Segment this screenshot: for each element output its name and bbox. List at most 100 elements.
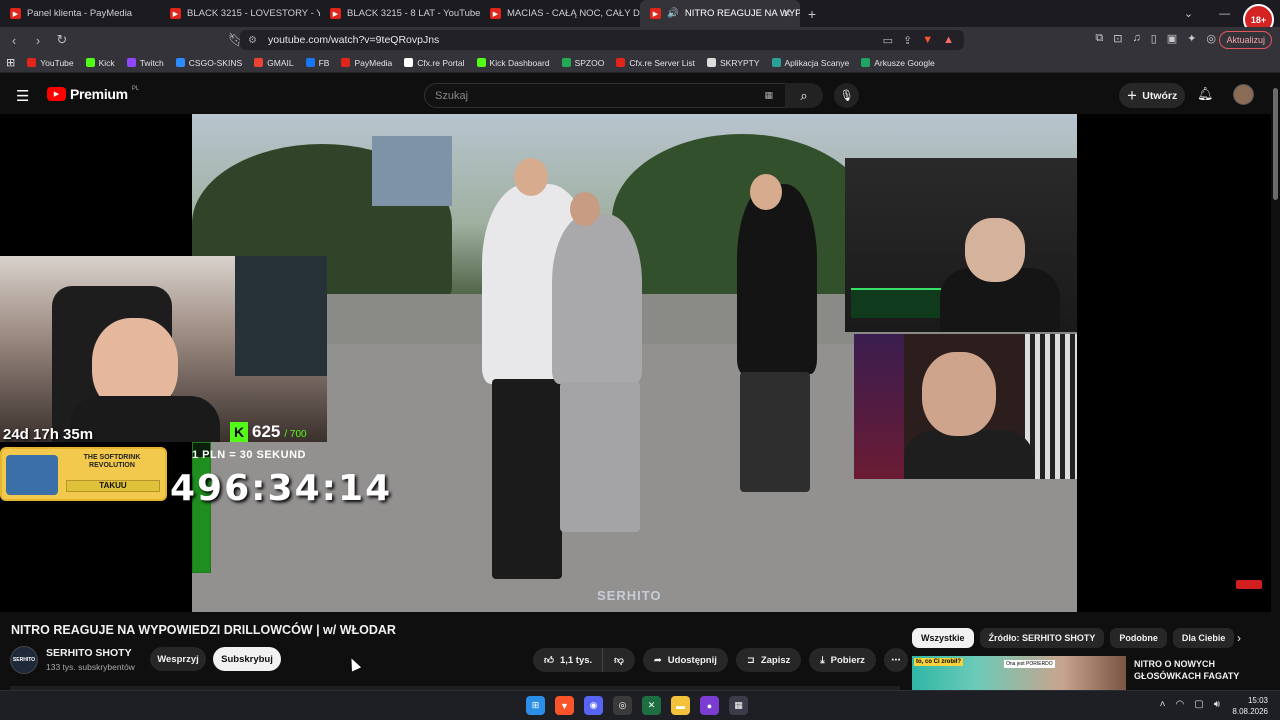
ai-icon[interactable]: ✦ — [1187, 32, 1196, 45]
bookmark-skrypty[interactable]: SKRYPTY — [701, 58, 766, 68]
bookmark-csgo-skins[interactable]: CSGO-SKINS — [170, 58, 248, 68]
channel-avatar[interactable]: SERHITO — [10, 646, 38, 674]
url-field[interactable]: ⚙ youtube.com/watch?v=9teQRovpJns ▭ ⇪ ▼ … — [240, 30, 964, 50]
chip-for-you[interactable]: Dla Ciebie — [1172, 628, 1235, 648]
brave-icon[interactable]: ▼ — [555, 696, 574, 715]
bookmark-cfx-portal[interactable]: Cfx.re Portal — [398, 58, 470, 68]
scrollbar-thumb[interactable] — [1273, 88, 1278, 200]
bookmark-label: FB — [318, 57, 330, 68]
file-explorer-icon[interactable]: ▬ — [671, 696, 690, 715]
start-icon[interactable]: ⊞ — [526, 696, 545, 715]
channel-name[interactable]: SERHITO SHOTY — [46, 647, 132, 659]
excel-icon[interactable]: ✕ — [642, 696, 661, 715]
person-black-legs — [740, 372, 810, 492]
chip-source[interactable]: Źródło: SERHITO SHOTY — [979, 628, 1105, 648]
recommendation-thumbnail[interactable]: to, co Ci zrobił? Ona jest PORIERDO — [912, 656, 1126, 690]
reload-icon[interactable]: ↻ — [52, 32, 72, 48]
chevron-right-icon[interactable]: › — [1237, 631, 1241, 645]
app-icon[interactable]: ● — [700, 696, 719, 715]
close-tab-icon[interactable]: ✕ — [783, 7, 792, 20]
search-input[interactable]: Szukaj ▦ — [424, 83, 786, 108]
discord-icon[interactable]: ◉ — [584, 696, 603, 715]
sidebar-icon[interactable]: ▯ — [1151, 32, 1157, 45]
page-scrollbar[interactable] — [1271, 76, 1280, 688]
like-button[interactable]: 👍︎ 1,1 tys. — [533, 648, 603, 672]
voice-search-button[interactable]: 🎙︎ — [834, 83, 859, 108]
bookmark-label: SKRYPTY — [719, 57, 760, 68]
system-clock[interactable]: 15:03 8.08.2026 — [1232, 695, 1268, 717]
search-button[interactable]: ⌕ — [785, 83, 823, 108]
dislike-button[interactable]: 👎︎ — [602, 648, 635, 672]
bookmark-spzoo[interactable]: SPZOO — [556, 58, 611, 68]
bookmark-cfx-server-list[interactable]: Cfx.re Server List — [610, 58, 701, 68]
site-info-icon[interactable]: ⚙ — [248, 35, 257, 46]
music-icon[interactable]: ♫ — [1132, 32, 1140, 45]
user-avatar[interactable] — [1233, 84, 1254, 105]
wifi-icon[interactable]: ◠ — [1176, 699, 1185, 710]
download-button[interactable]: ⤓ Pobierz — [809, 648, 876, 672]
volume-icon[interactable]: 🔊︎ — [1214, 699, 1220, 710]
bookmark-label: Arkusze Google — [874, 57, 935, 68]
bookmark-label: Cfx.re Portal — [417, 57, 465, 68]
chip-all[interactable]: Wszystkie — [912, 628, 974, 648]
tab-list-icon[interactable]: ⌄ — [1184, 7, 1193, 20]
minimize-icon[interactable]: — — [1219, 8, 1230, 20]
sponsor-code: TAKUU — [66, 480, 160, 492]
calculator-icon[interactable]: ▦ — [729, 696, 748, 715]
video-player[interactable]: SERHITO 24d 17h 35m K 625 / 700 1 PLN = … — [0, 114, 1280, 612]
network-icon[interactable]: ▢ — [1194, 699, 1203, 710]
recommendation-title[interactable]: NITRO O NOWYCH GŁOSÓWKACH FAGATY — [1134, 658, 1244, 682]
apps-grid-icon[interactable]: ⊞ — [0, 56, 21, 69]
share-icon[interactable]: ⇪ — [903, 34, 912, 47]
share-button[interactable]: ➦ Udostępnij — [642, 648, 728, 672]
bookmark-scanye[interactable]: Aplikacja Scanye — [766, 58, 856, 68]
tab-nitro-active[interactable]: ▶🔊NITRO REAGUJE NA WYPOWI✕ — [640, 0, 800, 27]
bookmark-twitch[interactable]: Twitch — [121, 58, 170, 68]
brave-rewards-icon[interactable]: ▲ — [943, 34, 954, 47]
chrome-icon[interactable]: ◎ — [613, 696, 632, 715]
bookmark-kick-dashboard[interactable]: Kick Dashboard — [471, 58, 556, 68]
update-button[interactable]: Aktualizuj — [1219, 31, 1272, 49]
youtube-subscribe-watermark-icon[interactable] — [1236, 580, 1262, 589]
cast-icon[interactable]: ▭ — [883, 34, 893, 47]
more-actions-button[interactable]: ⋯ — [883, 648, 908, 672]
bookmark-paymedia[interactable]: PayMedia — [335, 58, 398, 68]
microphone-icon: 🎙︎ — [839, 90, 854, 102]
bookmark-youtube[interactable]: YouTube — [21, 58, 79, 68]
save-button[interactable]: ⊐ Zapisz — [735, 648, 802, 672]
bookmark-label: Twitch — [139, 57, 164, 68]
back-icon[interactable]: ‹ — [4, 33, 24, 48]
keyboard-icon[interactable]: ▦ — [764, 90, 773, 101]
notifications-bell-icon[interactable]: 🔔︎ — [1197, 86, 1214, 102]
bookmark-sheets[interactable]: Arkusze Google — [855, 58, 940, 68]
guest-face — [922, 352, 996, 436]
chevron-up-icon[interactable]: ˄ — [1160, 699, 1166, 710]
chip-related[interactable]: Podobne — [1110, 628, 1167, 648]
bookmark-label: Aplikacja Scanye — [784, 57, 850, 68]
new-tab-button[interactable]: + — [800, 6, 824, 22]
tab-macias[interactable]: ▶ MACIAS - CAŁĄ NOC, CAŁY DZIEŃ — [480, 0, 640, 27]
head — [514, 158, 548, 196]
menu-icon[interactable]: ☰ — [16, 87, 29, 105]
bookmark-gmail[interactable]: GMAIL — [248, 58, 299, 68]
video-details: NITRO REAGUJE NA WYPOWIEDZI DRILLOWCÓW |… — [0, 612, 1280, 690]
bookmark-label: GMAIL — [267, 57, 294, 68]
wallet-icon[interactable]: ▣ — [1167, 32, 1177, 45]
bookmark-fb[interactable]: FB — [300, 58, 336, 68]
subscribe-button[interactable]: Subskrybuj — [213, 647, 281, 671]
tab-paymedia[interactable]: ▶ Panel klienta - PayMedia — [0, 0, 160, 27]
youtube-logo[interactable]: ▶ Premium PL — [47, 86, 139, 102]
bookmark-kick[interactable]: Kick — [80, 58, 121, 68]
create-button[interactable]: ＋ Utwórz — [1119, 83, 1185, 108]
extensions-icon[interactable]: ⧉ — [1095, 32, 1103, 45]
tab-8-lat[interactable]: ▶ BLACK 3215 - 8 LAT - YouTube — [320, 0, 480, 27]
tab-lovestory[interactable]: ▶ BLACK 3215 - LOVESTORY - YouTube — [160, 0, 320, 27]
join-button[interactable]: Wesprzyj — [150, 647, 206, 671]
brave-shield-icon[interactable]: ▼ — [922, 34, 933, 47]
sponsor-headline: THE SOFTDRINK REVOLUTION — [83, 454, 141, 469]
tab-title: Panel klienta - PayMedia — [27, 8, 133, 19]
forward-icon[interactable]: › — [28, 33, 48, 48]
vpn-icon[interactable]: ◎ — [1206, 32, 1216, 45]
screenshot-icon[interactable]: ⊡ — [1113, 32, 1122, 45]
search-placeholder: Szukaj — [435, 89, 469, 102]
